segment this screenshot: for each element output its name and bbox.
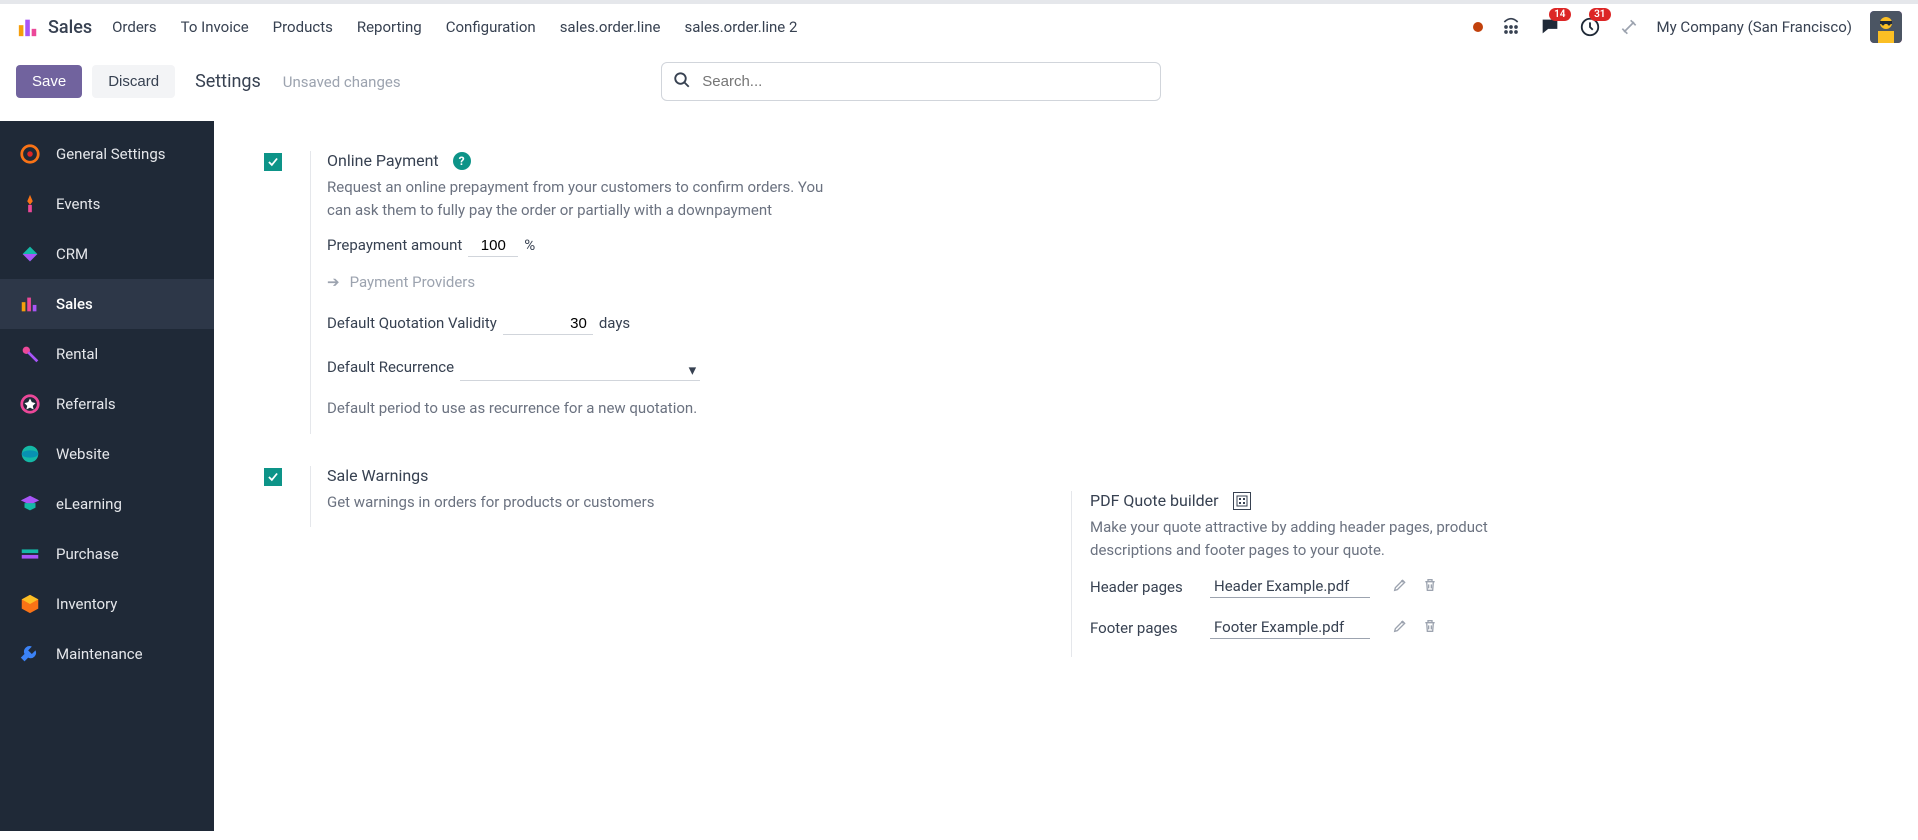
- recurrence-select[interactable]: [460, 355, 700, 381]
- messages-badge: 14: [1549, 8, 1570, 21]
- sidebar-item-rental[interactable]: Rental: [0, 329, 214, 379]
- sidebar-item-events[interactable]: Events: [0, 179, 214, 229]
- sidebar-label: Referrals: [56, 395, 116, 413]
- events-icon: [18, 192, 42, 216]
- sidebar-item-general[interactable]: General Settings: [0, 129, 214, 179]
- sidebar-label: Maintenance: [56, 645, 143, 663]
- company-selector[interactable]: My Company (San Francisco): [1657, 18, 1852, 36]
- footer-file-name[interactable]: Footer Example.pdf: [1210, 616, 1370, 639]
- status-indicator: [1473, 22, 1483, 32]
- tools-icon[interactable]: [1619, 17, 1639, 37]
- trash-icon[interactable]: [1422, 618, 1438, 638]
- search-icon: [673, 71, 691, 93]
- edit-icon[interactable]: [1392, 618, 1408, 638]
- recurrence-desc: Default period to use as recurrence for …: [327, 397, 847, 420]
- validity-suffix: days: [599, 314, 630, 332]
- sidebar-label: eLearning: [56, 495, 122, 513]
- sidebar-item-referrals[interactable]: Referrals: [0, 379, 214, 429]
- recurrence-label: Default Recurrence: [327, 358, 454, 376]
- edit-icon[interactable]: [1392, 577, 1408, 597]
- nav-link-toinvoice[interactable]: To Invoice: [181, 18, 249, 36]
- unsaved-indicator: Unsaved changes: [283, 73, 401, 91]
- sale-warnings-checkbox[interactable]: [264, 468, 282, 486]
- online-payment-title: Online Payment: [327, 151, 439, 170]
- crm-icon: [18, 242, 42, 266]
- sidebar-item-inventory[interactable]: Inventory: [0, 579, 214, 629]
- website-icon: [18, 442, 42, 466]
- dialpad-icon[interactable]: [1501, 17, 1521, 37]
- building-icon[interactable]: [1233, 492, 1251, 510]
- inventory-icon: [18, 592, 42, 616]
- prepayment-suffix: %: [524, 236, 535, 254]
- sidebar-item-sales[interactable]: Sales: [0, 279, 214, 329]
- validity-input[interactable]: [503, 313, 593, 335]
- validity-label: Default Quotation Validity: [327, 314, 497, 332]
- sidebar-item-elearning[interactable]: eLearning: [0, 479, 214, 529]
- sidebar-item-maintenance[interactable]: Maintenance: [0, 629, 214, 679]
- online-payment-checkbox[interactable]: [264, 153, 282, 171]
- arrow-right-icon: ➔: [327, 273, 340, 291]
- sale-warnings-title: Sale Warnings: [327, 466, 428, 485]
- prepayment-label: Prepayment amount: [327, 236, 462, 254]
- sidebar-label: Events: [56, 195, 100, 213]
- setting-online-payment: Online Payment ? Request an online prepa…: [264, 151, 1071, 434]
- nav-link-products[interactable]: Products: [273, 18, 333, 36]
- gear-icon: [18, 142, 42, 166]
- sidebar-label: CRM: [56, 245, 88, 263]
- setting-sale-warnings: Sale Warnings Get warnings in orders for…: [264, 466, 1071, 528]
- activities-badge: 31: [1589, 8, 1610, 21]
- footer-pages-label: Footer pages: [1090, 619, 1200, 637]
- pdf-builder-desc: Make your quote attractive by adding hea…: [1090, 516, 1570, 561]
- discard-button[interactable]: Discard: [92, 65, 175, 98]
- sales-icon: [18, 292, 42, 316]
- search-input[interactable]: [661, 62, 1161, 101]
- purchase-icon: [18, 542, 42, 566]
- action-bar: Save Discard Settings Unsaved changes: [0, 50, 1918, 121]
- user-avatar[interactable]: [1870, 11, 1902, 43]
- sidebar-item-purchase[interactable]: Purchase: [0, 529, 214, 579]
- messages-icon[interactable]: 14: [1539, 16, 1561, 38]
- sidebar-label: Sales: [56, 295, 93, 313]
- sidebar-label: Inventory: [56, 595, 117, 613]
- maintenance-icon: [18, 642, 42, 666]
- app-logo-icon: [16, 15, 40, 39]
- payment-providers-label: Payment Providers: [350, 273, 476, 291]
- save-button[interactable]: Save: [16, 65, 82, 98]
- referrals-icon: [18, 392, 42, 416]
- sidebar-item-crm[interactable]: CRM: [0, 229, 214, 279]
- prepayment-input[interactable]: [468, 235, 518, 257]
- nav-link-orders[interactable]: Orders: [112, 18, 157, 36]
- help-icon[interactable]: ?: [453, 152, 471, 170]
- settings-sidebar: General Settings Events CRM Sales Rental…: [0, 121, 214, 831]
- page-title: Settings: [195, 71, 261, 92]
- nav-link-sol1[interactable]: sales.order.line: [560, 18, 661, 36]
- nav-link-sol2[interactable]: sales.order.line 2: [684, 18, 797, 36]
- activities-icon[interactable]: 31: [1579, 16, 1601, 38]
- sidebar-label: Purchase: [56, 545, 119, 563]
- rental-icon: [18, 342, 42, 366]
- sidebar-label: General Settings: [56, 145, 166, 163]
- settings-main: Online Payment ? Request an online prepa…: [214, 121, 1918, 831]
- app-title[interactable]: Sales: [48, 17, 92, 38]
- pdf-builder-title: PDF Quote builder: [1090, 491, 1219, 510]
- nav-link-reporting[interactable]: Reporting: [357, 18, 422, 36]
- header-pages-label: Header pages: [1090, 578, 1200, 596]
- setting-pdf-builder: PDF Quote builder Make your quote attrac…: [1071, 491, 1878, 657]
- sale-warnings-desc: Get warnings in orders for products or c…: [327, 491, 847, 514]
- trash-icon[interactable]: [1422, 577, 1438, 597]
- header-file-name[interactable]: Header Example.pdf: [1210, 575, 1370, 598]
- sidebar-label: Rental: [56, 345, 98, 363]
- nav-link-configuration[interactable]: Configuration: [446, 18, 536, 36]
- payment-providers-link[interactable]: ➔ Payment Providers: [327, 273, 1051, 291]
- sidebar-label: Website: [56, 445, 110, 463]
- sidebar-item-website[interactable]: Website: [0, 429, 214, 479]
- online-payment-desc: Request an online prepayment from your c…: [327, 176, 847, 221]
- top-navbar: Sales Orders To Invoice Products Reporti…: [0, 0, 1918, 50]
- elearning-icon: [18, 492, 42, 516]
